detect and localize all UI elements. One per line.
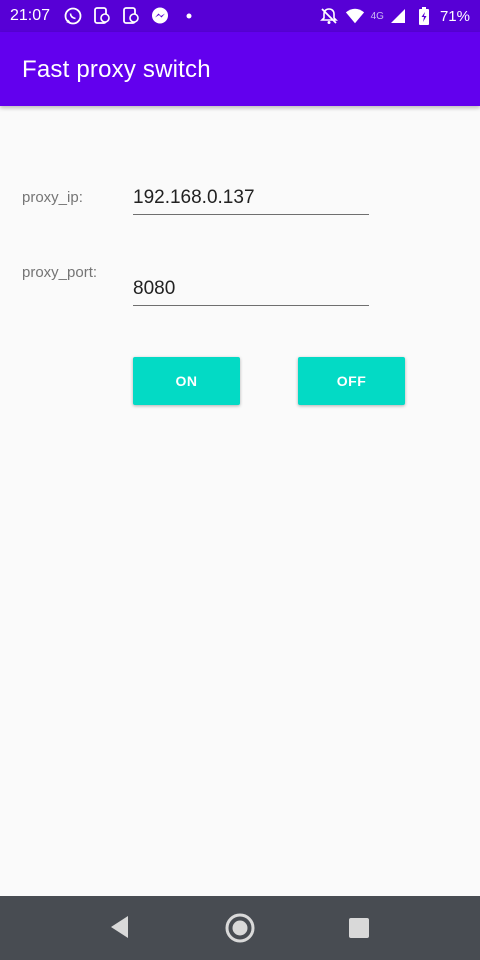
status-right: 4G 71% [319,6,470,26]
notification-icon [121,6,141,26]
notification-icon [92,6,112,26]
network-type: 4G [370,10,384,22]
notifications-off-icon [319,6,339,26]
back-icon[interactable] [108,914,132,940]
battery-level: 71% [439,7,470,25]
signal-icon [388,6,408,26]
proxy-port-label: proxy_port: [22,264,98,281]
proxy-ip-field[interactable] [133,181,369,215]
status-left: 21:07 [10,6,199,26]
messenger-icon [150,6,170,26]
status-bar: 21:07 4G 71% [0,0,480,32]
on-button[interactable]: ON [133,357,240,405]
proxy-ip-label: proxy_ip: [22,189,83,206]
whatsapp-icon [63,6,83,26]
wifi-icon [345,6,365,26]
battery-charging-icon [414,6,434,26]
proxy-port-input[interactable] [133,272,369,305]
recents-icon[interactable] [348,917,370,939]
dot-icon [179,6,199,26]
off-button[interactable]: OFF [298,357,405,405]
navigation-bar [0,896,480,960]
proxy-ip-input[interactable] [133,181,369,214]
app-title: Fast proxy switch [22,56,211,83]
home-icon[interactable] [224,912,256,944]
status-time: 21:07 [10,7,51,24]
app-bar: Fast proxy switch [0,32,480,106]
proxy-port-field[interactable] [133,272,369,306]
